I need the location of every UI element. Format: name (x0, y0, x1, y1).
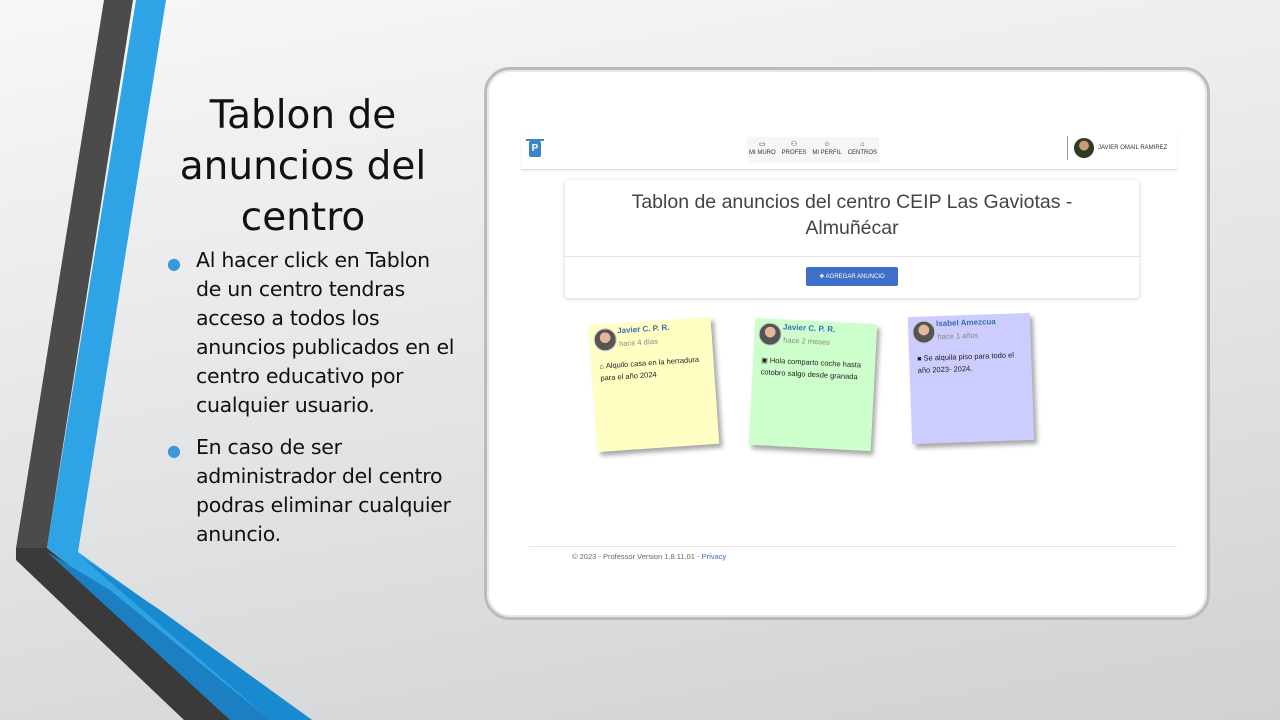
nav-label: MI PERFIL (812, 150, 842, 156)
note-time: hace 1 años (937, 330, 979, 342)
nav-label: PROFES (781, 150, 807, 156)
user-icon: ☺ (823, 141, 831, 148)
nav-item-mi-perfil[interactable]: ☺ MI PERFIL (812, 137, 841, 163)
note-text: ■ Se alquila piso para todo el año 2023- … (917, 349, 1026, 376)
user-avatar[interactable] (1074, 138, 1094, 158)
announcement-note[interactable]: Javier C. P. R. hace 4 días ⌂Alquilo cas… (588, 316, 720, 453)
bullet-item: ● Al hacer click en Tablon de un centro … (165, 246, 455, 420)
footer: © 2023 - Professor Version 1.8.11.01 - P… (572, 552, 726, 561)
note-text: ⌂Alquilo casa en la herradura para el añ… (599, 353, 708, 383)
app-logo[interactable]: P (529, 141, 541, 157)
board-title: Tablon de anuncios del centro CEIP Las G… (631, 191, 1073, 239)
slide-title: Tablon de anuncios del centro (179, 93, 427, 240)
note-time: hace 4 días (618, 336, 659, 349)
card-divider (565, 256, 1139, 257)
app-screenshot: P ▭ MI MURO ⚇ PROFES ☺ MI PERFIL ⌂ CENTR… (521, 132, 1177, 572)
nav-item-centros[interactable]: ⌂ CENTROS (848, 137, 877, 163)
note-message: Se alquila piso para todo el año 2023- 2… (917, 350, 1015, 375)
announcement-note[interactable]: Isabel Amezcua hace 1 años ■ Se alquila p… (907, 312, 1035, 445)
building-icon: ⌂ (860, 141, 865, 148)
nav-item-profes[interactable]: ⚇ PROFES (782, 137, 807, 163)
note-message: Alquilo casa en la herradura para el año… (600, 354, 700, 383)
footer-text: © 2023 - Professor Version 1.8.11.01 - (572, 552, 702, 561)
nav-item-mi-muro[interactable]: ▭ MI MURO (749, 137, 776, 163)
note-message: Hola comparto coche hasta cotobro salgo … (760, 355, 862, 382)
nav-label: CENTROS (847, 150, 878, 156)
announcement-note[interactable]: Javier C. P. R. hace 2 meses ▣ Hola compa… (748, 317, 878, 452)
bullet-icon: ● (167, 441, 181, 460)
author-avatar (592, 327, 618, 353)
bullet-list: ● Al hacer click en Tablon de un centro … (165, 246, 455, 562)
note-author[interactable]: Isabel Amezcua (936, 317, 996, 328)
bullet-text: Al hacer click en Tablon de un centro te… (196, 248, 455, 417)
users-icon: ⚇ (790, 141, 798, 148)
privacy-link[interactable]: Privacy (702, 552, 727, 561)
screenshot-frame: P ▭ MI MURO ⚇ PROFES ☺ MI PERFIL ⌂ CENTR… (484, 67, 1210, 620)
nav-divider (1067, 136, 1068, 160)
footer-divider (529, 546, 1177, 547)
home-icon: ⌂ (599, 363, 605, 371)
note-text: ▣ Hola comparto coche hasta cotobro salgo… (760, 354, 869, 383)
author-avatar (911, 320, 936, 345)
bullet-item: ● En caso de ser administrador del centr… (165, 433, 455, 549)
laptop-icon: ▭ (759, 141, 766, 148)
user-name[interactable]: JAVIER OMAIL RAMIREZ (1098, 145, 1167, 151)
bullet-icon: ● (167, 254, 181, 273)
square-icon: ■ (917, 355, 922, 363)
top-navbar: P ▭ MI MURO ⚇ PROFES ☺ MI PERFIL ⌂ CENTR… (521, 132, 1177, 170)
main-nav: ▭ MI MURO ⚇ PROFES ☺ MI PERFIL ⌂ CENTROS (747, 137, 880, 163)
car-icon: ▣ (760, 357, 768, 365)
note-author[interactable]: Javier C. P. R. (783, 322, 836, 334)
add-announcement-button[interactable]: ✚ AGREGAR ANUNCIO (806, 267, 898, 286)
note-time: hace 2 meses (783, 335, 831, 347)
nav-label: MI MURO (749, 150, 776, 156)
author-avatar (757, 322, 783, 347)
board-header-card: Tablon de anuncios del centro CEIP Las G… (565, 180, 1139, 298)
bullet-text: En caso de ser administrador del centro … (196, 435, 451, 546)
note-author[interactable]: Javier C. P. R. (617, 323, 670, 336)
